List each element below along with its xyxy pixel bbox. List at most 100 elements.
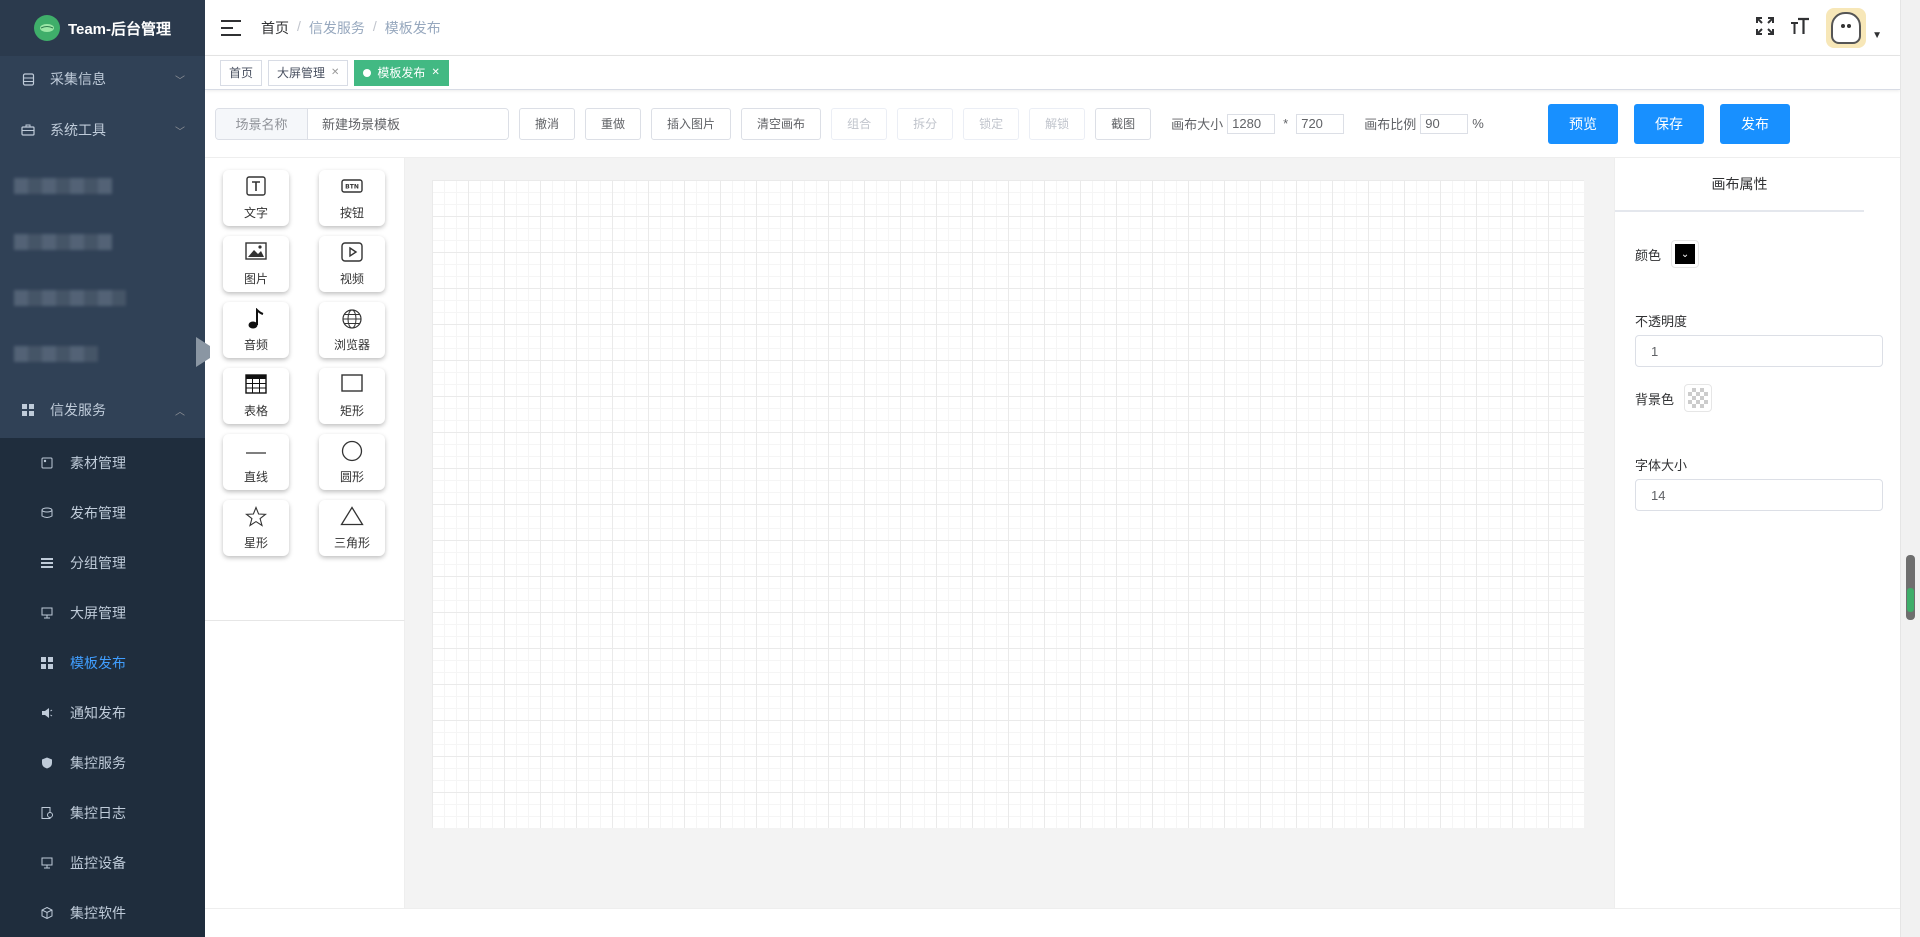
font-size-input[interactable] <box>1635 479 1883 511</box>
ungroup-button[interactable]: 拆分 <box>897 107 954 140</box>
sidebar-item-screen-manage[interactable]: 大屏管理 <box>0 588 205 638</box>
sidebar-item-label: 发布管理 <box>70 505 126 521</box>
tag-home[interactable]: 首页 <box>220 59 263 86</box>
sidebar-item-control-log[interactable]: 集控日志 <box>0 788 205 838</box>
clear-canvas-button[interactable]: 清空画布 <box>741 107 822 140</box>
design-canvas[interactable] <box>432 180 1584 828</box>
sidebar-item-material[interactable]: 素材管理 <box>0 438 205 488</box>
chevron-up-icon: ︿ <box>175 406 185 418</box>
sidebar-item-redacted[interactable] <box>0 326 205 382</box>
sidebar-item-system-tools[interactable]: 系统工具 ﹀ <box>0 102 205 158</box>
breadcrumb-separator: / <box>372 17 377 34</box>
publish-button[interactable]: 发布 <box>1720 104 1790 144</box>
palette-item-label: 音频 <box>243 337 268 352</box>
props-title[interactable]: 画布属性 <box>1615 158 1864 212</box>
sidebar-item-template-publish[interactable]: 模板发布 <box>0 638 205 688</box>
undo-button[interactable]: 撤消 <box>519 107 576 140</box>
hamburger-menu-icon[interactable] <box>221 19 241 36</box>
canvas-ratio-input[interactable] <box>1420 113 1469 134</box>
breadcrumb-item: 信发服务 <box>308 19 365 36</box>
caret-down-icon[interactable]: ▼ <box>1872 30 1882 41</box>
canvas-width-input[interactable] <box>1227 113 1276 134</box>
sidebar-item-control-software[interactable]: 集控软件 <box>0 888 205 937</box>
material-icon <box>40 456 54 470</box>
palette-item-audio[interactable]: 音频 <box>223 302 289 358</box>
scene-name-input[interactable] <box>308 108 508 139</box>
sidebar-item-notice-publish[interactable]: 通知发布 <box>0 688 205 738</box>
sidebar-item-redacted[interactable] <box>0 214 205 270</box>
sidebar-item-info-service[interactable]: 信发服务 ︿ <box>0 382 205 438</box>
color-picker[interactable]: ⌄ <box>1671 240 1700 268</box>
sidebar-item-label: 素材管理 <box>70 455 126 471</box>
palette-item-rectangle[interactable]: 矩形 <box>319 368 385 424</box>
font-size-icon[interactable] <box>1790 17 1810 40</box>
leaf-logo-icon <box>33 15 60 41</box>
sidebar-item-collect-info[interactable]: 采集信息 ﹀ <box>0 56 205 102</box>
image-icon <box>245 241 267 266</box>
group-button[interactable]: 组合 <box>831 107 888 140</box>
shield-icon <box>40 756 54 770</box>
page-scrollbar[interactable] <box>1900 0 1920 937</box>
tag-template-publish[interactable]: 模板发布 ✕ <box>354 59 449 86</box>
transparent-checker-icon <box>1688 388 1709 408</box>
sidebar-item-monitor-device[interactable]: 监控设备 <box>0 838 205 888</box>
music-note-icon <box>247 307 265 332</box>
sidebar-item-redacted[interactable] <box>0 270 205 326</box>
close-icon[interactable]: ✕ <box>431 67 439 78</box>
palette-item-label: 星形 <box>243 535 268 550</box>
screenshot-button[interactable]: 截图 <box>1095 107 1152 140</box>
unlock-button[interactable]: 解锁 <box>1029 107 1086 140</box>
redo-button[interactable]: 重做 <box>585 107 642 140</box>
opacity-input[interactable] <box>1635 335 1883 367</box>
palette-item-video[interactable]: 视频 <box>319 236 385 292</box>
canvas-properties-panel: 画布属性 颜色 ⌄ 不透明度 背景色 字体大小 <box>1614 158 1900 908</box>
grid-icon <box>40 656 54 670</box>
palette-item-star[interactable]: 星形 <box>223 500 289 556</box>
palette-item-circle[interactable]: 圆形 <box>319 434 385 490</box>
palette-item-label: 按钮 <box>339 205 364 220</box>
palette-item-image[interactable]: 图片 <box>223 236 289 292</box>
sidebar-item-label: 通知发布 <box>70 705 126 721</box>
sidebar-item-redacted[interactable] <box>0 158 205 214</box>
canvas-size-group: 画布大小 * <box>1171 113 1345 134</box>
palette-item-table[interactable]: 表格 <box>223 368 289 424</box>
sidebar-item-publish-manage[interactable]: 发布管理 <box>0 488 205 538</box>
fullscreen-icon[interactable] <box>1756 16 1775 40</box>
palette-item-line[interactable]: 直线 <box>223 434 289 490</box>
percent-sign: % <box>1472 116 1484 131</box>
breadcrumb: 首页 / 信发服务 / 模板发布 <box>261 18 441 38</box>
header-actions: ▼ <box>1756 8 1882 48</box>
sidebar-submenu: 素材管理 发布管理 分组管理 大屏管理 模板发布 通知发布 集控服务 集控日志 … <box>0 438 205 937</box>
triangle-icon <box>340 505 364 530</box>
opacity-label: 不透明度 <box>1635 314 1688 329</box>
primary-actions: 预览 保存 发布 <box>1532 104 1790 144</box>
scrollbar-thumb-accent <box>1907 588 1914 612</box>
sidebar-item-label: 模板发布 <box>70 655 126 671</box>
palette-item-triangle[interactable]: 三角形 <box>319 500 385 556</box>
app-logo[interactable]: Team-后台管理 <box>0 0 205 56</box>
sidebar-item-central-control[interactable]: 集控服务 <box>0 738 205 788</box>
insert-image-button[interactable]: 插入图片 <box>651 107 732 140</box>
close-icon[interactable]: ✕ <box>331 67 339 78</box>
redacted-label <box>14 178 112 194</box>
palette-item-label: 圆形 <box>339 469 364 484</box>
monitor-icon <box>40 606 54 620</box>
save-button[interactable]: 保存 <box>1634 104 1704 144</box>
lock-button[interactable]: 锁定 <box>963 107 1020 140</box>
breadcrumb-item[interactable]: 首页 <box>261 18 289 38</box>
sidebar-item-group-manage[interactable]: 分组管理 <box>0 538 205 588</box>
palette-item-button[interactable]: BTN 按钮 <box>319 170 385 226</box>
tag-screen-manage[interactable]: 大屏管理 ✕ <box>268 59 349 86</box>
text-icon <box>246 175 266 200</box>
preview-button[interactable]: 预览 <box>1548 104 1618 144</box>
sidebar-item-label: 分组管理 <box>70 555 126 571</box>
palette-empty-area <box>205 621 405 908</box>
canvas-height-input[interactable] <box>1296 113 1345 134</box>
bg-color-picker[interactable] <box>1684 384 1713 412</box>
palette-item-text[interactable]: 文字 <box>223 170 289 226</box>
cube-icon <box>40 906 54 920</box>
palette-item-browser[interactable]: 浏览器 <box>319 302 385 358</box>
avatar[interactable] <box>1826 8 1867 48</box>
scene-name-label: 场景名称 <box>216 108 308 139</box>
rectangle-icon <box>341 373 363 398</box>
